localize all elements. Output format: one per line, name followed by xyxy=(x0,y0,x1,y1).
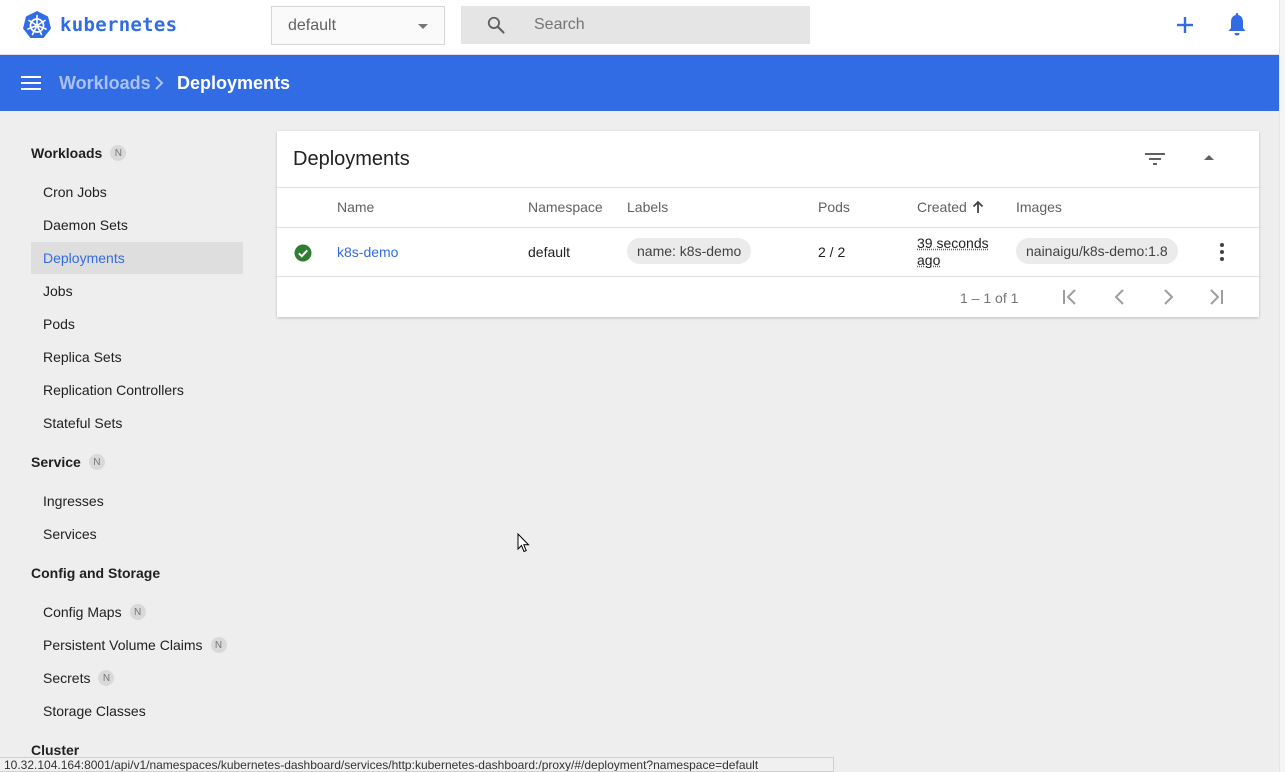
collapse-icon[interactable] xyxy=(1204,155,1214,160)
sidebar: Workloads N Cron Jobs Daemon Sets Deploy… xyxy=(0,111,258,772)
breadcrumb-current: Deployments xyxy=(177,73,291,93)
column-header-images: Images xyxy=(1016,199,1062,215)
caret-down-icon xyxy=(418,24,428,29)
last-page-icon[interactable] xyxy=(1204,287,1226,307)
previous-page-icon[interactable] xyxy=(1109,287,1131,307)
sidebar-item-ingresses[interactable]: Ingresses xyxy=(31,485,243,517)
breadcrumb-workloads[interactable]: Workloads xyxy=(59,73,151,94)
column-header-label: Created xyxy=(917,199,967,215)
sidebar-item-replica-sets[interactable]: Replica Sets xyxy=(31,341,243,373)
deployment-pods: 2 / 2 xyxy=(818,244,846,260)
sidebar-item-jobs[interactable]: Jobs xyxy=(31,275,243,307)
namespaced-badge: N xyxy=(88,454,105,470)
namespace-select[interactable]: default xyxy=(271,6,445,45)
mouse-cursor-icon xyxy=(517,533,530,553)
deployment-name-link[interactable]: k8s-demo xyxy=(337,244,398,260)
divider xyxy=(277,187,1259,188)
section-label: Cluster xyxy=(31,742,80,758)
next-page-icon[interactable] xyxy=(1157,287,1179,307)
sidebar-item-deployments[interactable]: Deployments xyxy=(31,242,243,274)
namespaced-badge: N xyxy=(129,604,146,620)
namespaced-badge: N xyxy=(210,637,227,653)
sort-arrow-up-icon xyxy=(972,200,983,213)
chevron-right-icon xyxy=(155,76,164,90)
search-box[interactable] xyxy=(461,6,810,44)
sidebar-item-daemon-sets[interactable]: Daemon Sets xyxy=(31,209,243,241)
nav-section-workloads[interactable]: Workloads N xyxy=(31,145,127,161)
plus-icon[interactable] xyxy=(1172,12,1198,38)
nav-section-cluster[interactable]: Cluster xyxy=(31,742,79,758)
sidebar-item-secrets[interactable]: Secrets N xyxy=(31,662,243,694)
check-circle-icon xyxy=(294,244,312,262)
sidebar-item-replication-controllers[interactable]: Replication Controllers xyxy=(31,374,243,406)
column-header-name[interactable]: Name xyxy=(337,199,374,215)
sidebar-item-services[interactable]: Services xyxy=(31,518,243,550)
pagination-range: 1 – 1 of 1 xyxy=(960,290,1019,306)
window-scrollbar[interactable] xyxy=(1279,0,1285,772)
divider xyxy=(277,276,1259,277)
sidebar-item-persistent-volume-claims[interactable]: Persistent Volume Claims N xyxy=(31,629,243,661)
top-bar: kubernetes default xyxy=(0,0,1279,55)
namespaced-badge: N xyxy=(98,670,115,686)
column-header-labels: Labels xyxy=(627,199,669,215)
namespaced-badge: N xyxy=(110,145,127,161)
column-header-pods: Pods xyxy=(818,199,850,215)
sidebar-item-label: Secrets xyxy=(43,670,91,686)
sidebar-item-storage-classes[interactable]: Storage Classes xyxy=(31,695,243,727)
bell-icon[interactable] xyxy=(1225,12,1249,38)
deployment-created: 39 seconds ago xyxy=(917,235,989,268)
card-title: Deployments xyxy=(293,148,410,170)
deployment-namespace: default xyxy=(528,244,571,260)
search-input[interactable] xyxy=(534,6,794,44)
more-vert-icon[interactable] xyxy=(1218,241,1226,263)
column-header-created[interactable]: Created xyxy=(917,199,984,215)
sidebar-item-cron-jobs[interactable]: Cron Jobs xyxy=(31,176,243,208)
deployments-card: Deployments Name Namespace Labels Pods C… xyxy=(277,131,1259,317)
namespace-value: default xyxy=(288,16,337,34)
app-title: kubernetes xyxy=(60,14,178,36)
sidebar-item-stateful-sets[interactable]: Stateful Sets xyxy=(31,407,243,439)
nav-section-service[interactable]: Service N xyxy=(31,454,105,470)
search-icon xyxy=(487,16,505,34)
section-label: Config and Storage xyxy=(31,565,161,581)
browser-status-url: 10.32.104.164:8001/api/v1/namespaces/kub… xyxy=(0,757,834,772)
sidebar-item-config-maps[interactable]: Config Maps N xyxy=(31,596,243,628)
image-chip: nainaigu/k8s-demo:1.8 xyxy=(1016,238,1178,264)
sidebar-item-label: Config Maps xyxy=(43,604,122,620)
first-page-icon[interactable] xyxy=(1060,287,1082,307)
kubernetes-logo[interactable]: kubernetes xyxy=(22,10,177,40)
toolbar: Workloads Deployments xyxy=(0,55,1279,111)
label-chip: name: k8s-demo xyxy=(627,238,752,264)
sidebar-item-pods[interactable]: Pods xyxy=(31,308,243,340)
menu-icon[interactable] xyxy=(21,74,41,92)
section-label: Service xyxy=(31,454,81,470)
divider xyxy=(277,227,1259,228)
kubernetes-wheel-icon xyxy=(23,11,51,38)
section-label: Workloads xyxy=(31,145,103,161)
column-header-namespace[interactable]: Namespace xyxy=(528,199,603,215)
nav-section-config-and-storage[interactable]: Config and Storage xyxy=(31,565,160,581)
sidebar-item-label: Persistent Volume Claims xyxy=(43,637,203,653)
filter-icon[interactable] xyxy=(1143,150,1167,168)
